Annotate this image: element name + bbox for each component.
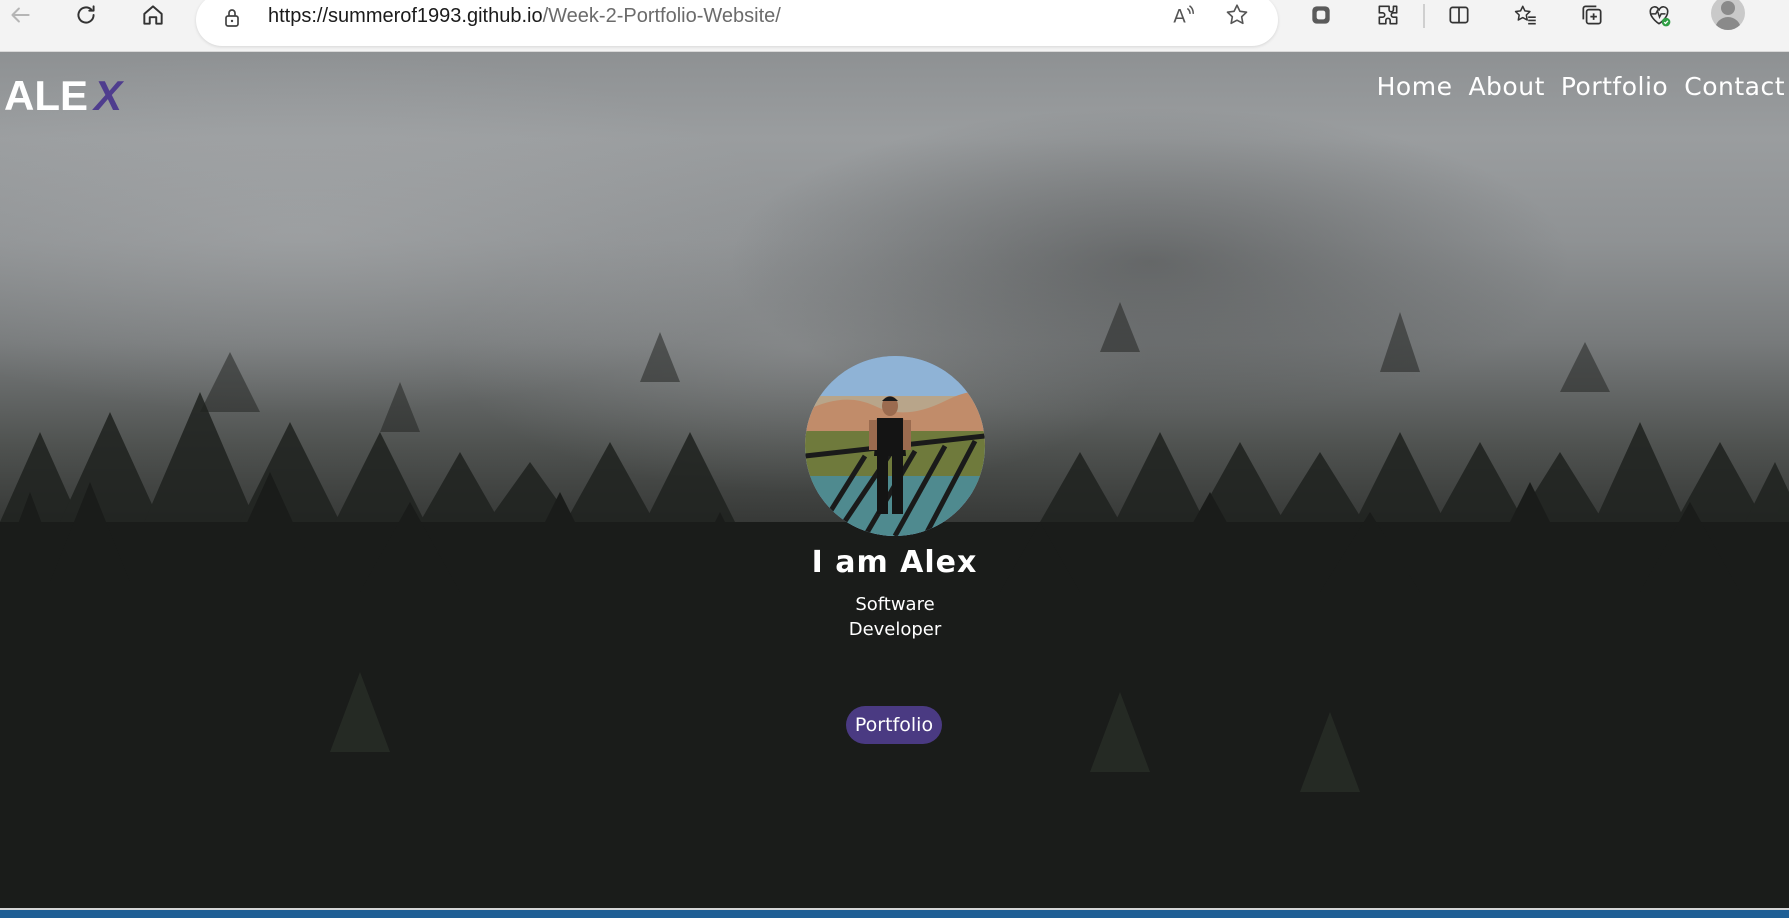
copilot-icon[interactable] xyxy=(1303,0,1339,30)
nav-home[interactable]: Home xyxy=(1377,72,1453,101)
hero-title: I am Alex xyxy=(811,545,978,580)
site-logo[interactable]: ALE X xyxy=(4,72,122,120)
favorites-icon[interactable] xyxy=(1508,0,1544,30)
address-bar[interactable]: https://summerof1993.github.io/Week-2-Po… xyxy=(196,0,1278,46)
logo-text: ALE xyxy=(4,72,88,119)
hero-subtitle-line2: Developer xyxy=(848,619,942,640)
profile-body xyxy=(1715,17,1741,30)
lock-icon[interactable] xyxy=(220,6,244,34)
split-screen-icon[interactable] xyxy=(1441,0,1477,30)
svg-text:A: A xyxy=(1173,7,1186,28)
back-arrow-icon[interactable] xyxy=(2,0,38,30)
browser-essentials-icon[interactable] xyxy=(1641,0,1677,30)
nav-contact[interactable]: Contact xyxy=(1684,72,1785,101)
nav-portfolio[interactable]: Portfolio xyxy=(1561,72,1668,101)
logo-accent: X xyxy=(94,72,123,119)
portfolio-button[interactable]: Portfolio xyxy=(846,706,942,744)
profile-icon[interactable] xyxy=(1711,0,1745,30)
read-aloud-icon[interactable]: A xyxy=(1170,2,1196,32)
url-path: /Week-2-Portfolio-Website/ xyxy=(542,5,781,27)
url-text: https://summerof1993.github.io/Week-2-Po… xyxy=(268,5,781,28)
browser-toolbar: https://summerof1993.github.io/Week-2-Po… xyxy=(0,0,1789,52)
nav-about[interactable]: About xyxy=(1468,72,1544,101)
hero-subtitle-line1: Software xyxy=(855,594,935,615)
refresh-icon[interactable] xyxy=(68,0,104,30)
toolbar-divider xyxy=(1423,4,1425,28)
profile-head xyxy=(1721,1,1735,15)
hero-subtitle: Software Developer xyxy=(845,592,945,642)
hero-section: ALE X Home About Portfolio Contact I am … xyxy=(0,52,1789,908)
profile-photo xyxy=(805,356,985,536)
extensions-icon[interactable] xyxy=(1370,0,1406,30)
site-nav: Home About Portfolio Contact xyxy=(1377,72,1785,101)
home-icon[interactable] xyxy=(135,0,171,30)
os-taskbar xyxy=(0,908,1789,918)
collections-icon[interactable] xyxy=(1574,0,1610,30)
favorite-star-icon[interactable] xyxy=(1224,2,1250,32)
url-host: https://summerof1993.github.io xyxy=(268,5,543,27)
